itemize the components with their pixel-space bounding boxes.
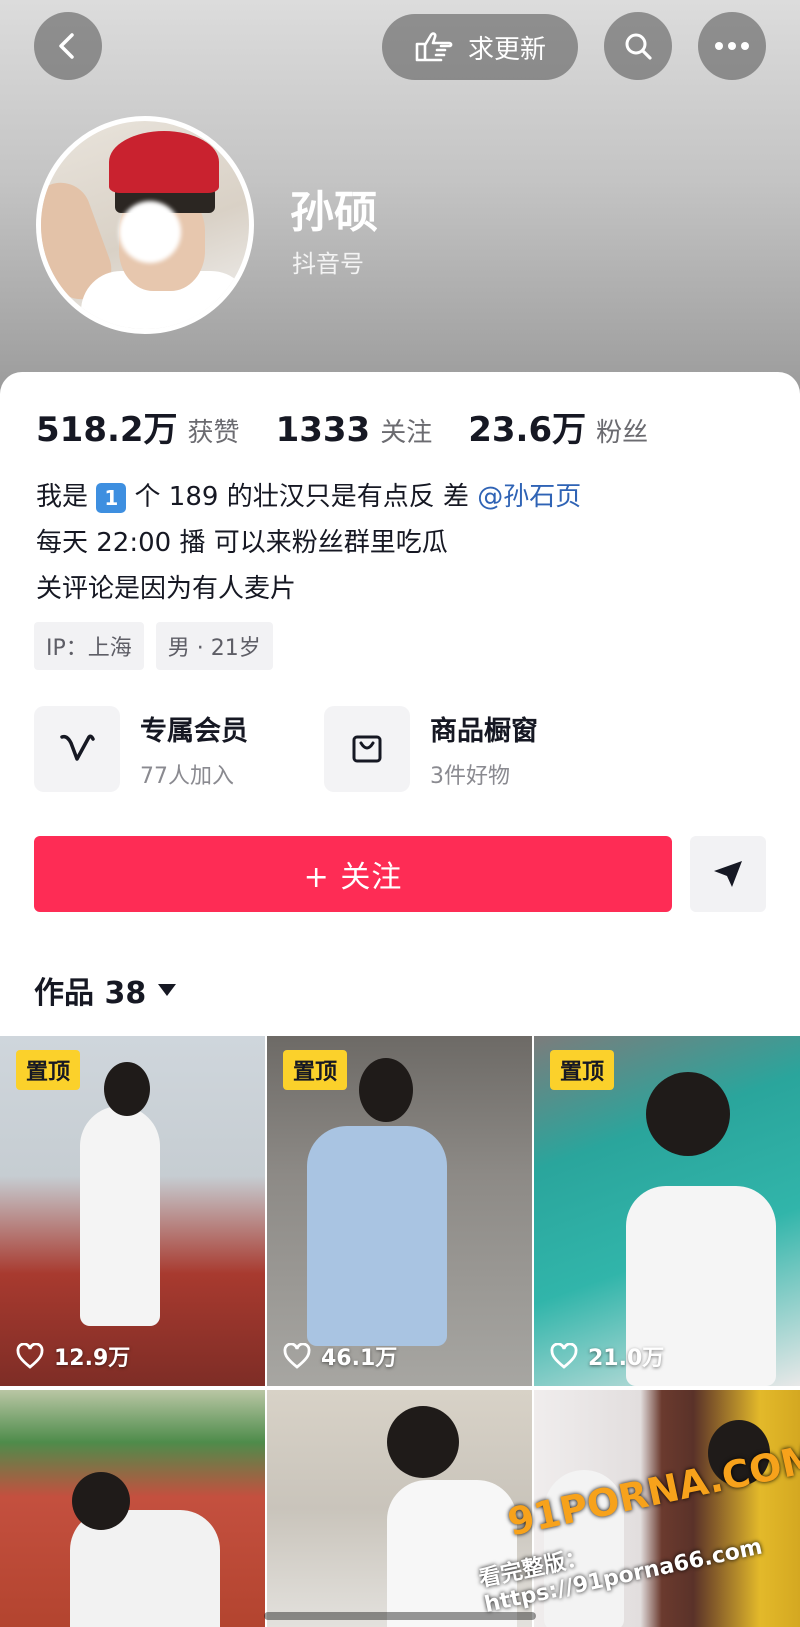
tab-works[interactable]: 作品 38	[34, 968, 177, 1012]
likes-count: 12.9万	[16, 1340, 130, 1372]
ip-location-tag: IP：上海	[34, 622, 144, 670]
likes-value: 21.0万	[588, 1346, 665, 1371]
send-arrow-icon	[714, 861, 742, 887]
tab-works-label: 作品 38	[34, 976, 147, 1011]
stat-label: 关注	[380, 418, 433, 448]
video-thumbnail[interactable]	[0, 1390, 265, 1627]
search-button[interactable]	[604, 12, 672, 80]
chevron-left-icon	[59, 33, 74, 59]
bio-text: 个 189 的壮汉只是有点反 差	[134, 482, 469, 512]
request-update-label: 求更新	[467, 34, 546, 65]
stat-likes[interactable]: 518.2万 获赞	[36, 402, 240, 451]
exclusive-membership-entry[interactable]: 专属会员 77人加入	[34, 706, 248, 792]
bio-mention-link[interactable]: @孙石页	[477, 482, 581, 512]
video-thumbnail[interactable]: 置顶 12.9万	[0, 1036, 265, 1386]
heart-icon	[283, 1343, 311, 1369]
feature-subtitle: 3件好物	[430, 763, 510, 789]
bio-line-2: 每天 22:00 播 可以来粉丝群里吃瓜	[36, 528, 448, 558]
avatar[interactable]	[36, 116, 254, 334]
feature-subtitle: 77人加入	[140, 763, 234, 789]
profile-tags: IP：上海 男 · 21岁	[34, 622, 273, 670]
send-message-button[interactable]	[690, 836, 766, 912]
more-options-button[interactable]	[698, 12, 766, 80]
profile-bio: 我是 1 个 189 的壮汉只是有点反 差 @孙石页 每天 22:00 播 可以…	[36, 474, 581, 612]
follow-button[interactable]: + 关注	[34, 836, 672, 912]
gender-age-tag: 男 · 21岁	[155, 622, 273, 670]
profile-stats: 518.2万 获赞 1333 关注 23.6万 粉丝	[36, 402, 684, 451]
v-member-icon	[34, 706, 120, 792]
stat-value: 1333	[275, 410, 371, 450]
video-thumbnail[interactable]: 置顶 21.0万	[534, 1036, 800, 1386]
stat-following[interactable]: 1333 关注	[276, 410, 433, 450]
heart-icon	[16, 1343, 44, 1369]
heart-icon	[550, 1343, 578, 1369]
bio-prefix: 我是	[36, 482, 89, 512]
number-one-emoji: 1	[96, 482, 127, 513]
feature-title: 专属会员	[140, 715, 248, 747]
stat-value: 23.6万	[468, 410, 587, 450]
request-update-button[interactable]: 求更新	[382, 14, 578, 80]
stat-value: 518.2万	[36, 410, 178, 450]
likes-value: 12.9万	[54, 1346, 131, 1371]
likes-count: 21.0万	[550, 1340, 664, 1372]
stat-followers[interactable]: 23.6万 粉丝	[468, 402, 648, 451]
pinned-badge: 置顶	[550, 1050, 615, 1090]
pointing-hand-icon	[415, 32, 453, 62]
pinned-badge: 置顶	[283, 1050, 348, 1090]
home-indicator[interactable]	[264, 1612, 536, 1620]
likes-value: 46.1万	[321, 1346, 398, 1371]
search-icon	[625, 33, 652, 60]
feature-title: 商品橱窗	[430, 715, 538, 747]
stat-label: 获赞	[187, 418, 240, 448]
video-thumbnail[interactable]: 置顶 46.1万	[267, 1036, 532, 1386]
caret-down-icon	[158, 984, 177, 996]
more-dots-icon	[715, 42, 749, 50]
bio-line-1: 我是 1 个 189 的壮汉只是有点反 差 @孙石页	[36, 474, 581, 520]
profile-nickname: 孙硕	[290, 187, 378, 238]
bio-line-3: 关评论是因为有人麦片	[36, 574, 297, 604]
likes-count: 46.1万	[283, 1340, 397, 1372]
stat-label: 粉丝	[596, 418, 649, 448]
product-showcase-entry[interactable]: 商品橱窗 3件好物	[324, 706, 538, 792]
pinned-badge: 置顶	[16, 1050, 81, 1090]
back-button[interactable]	[34, 12, 102, 80]
douyin-id-label: 抖音号	[292, 250, 364, 278]
shopping-bag-icon	[324, 706, 410, 792]
